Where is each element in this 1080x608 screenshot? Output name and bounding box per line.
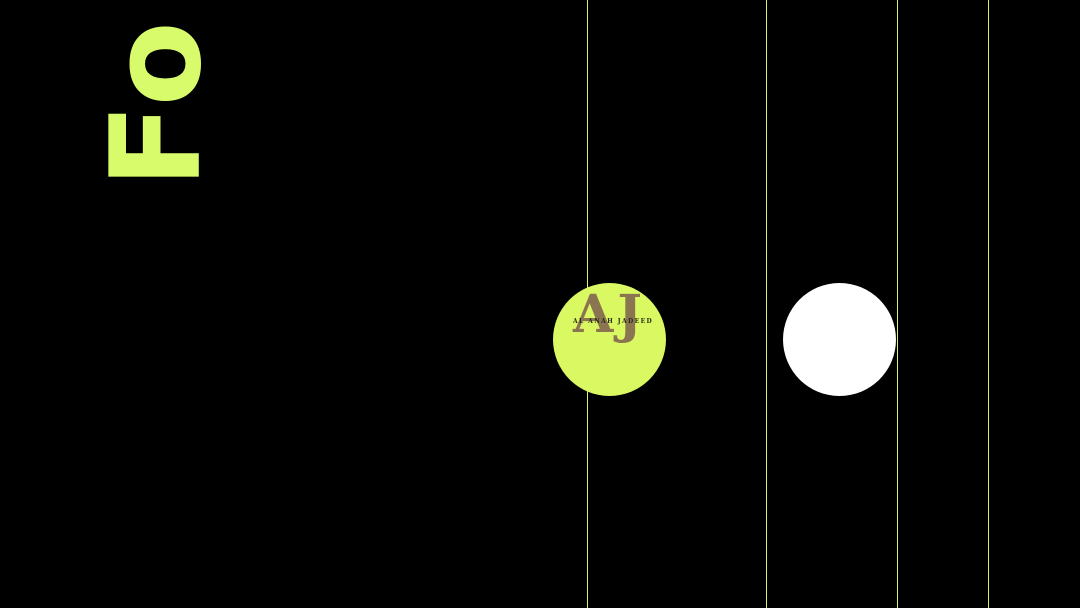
logo-subtitle: AL ANAH JADEED: [573, 318, 654, 325]
white-circle: [783, 283, 896, 396]
vertical-line: [988, 0, 989, 608]
slide-canvas: Fo AJ AL ANAH JADEED: [0, 0, 1080, 608]
logo-monogram: AJ: [573, 284, 646, 345]
vertical-line: [766, 0, 767, 608]
vertical-line: [897, 0, 898, 608]
rotated-headline: Fo: [85, 19, 229, 188]
logo-badge: AJ AL ANAH JADEED: [553, 283, 666, 396]
